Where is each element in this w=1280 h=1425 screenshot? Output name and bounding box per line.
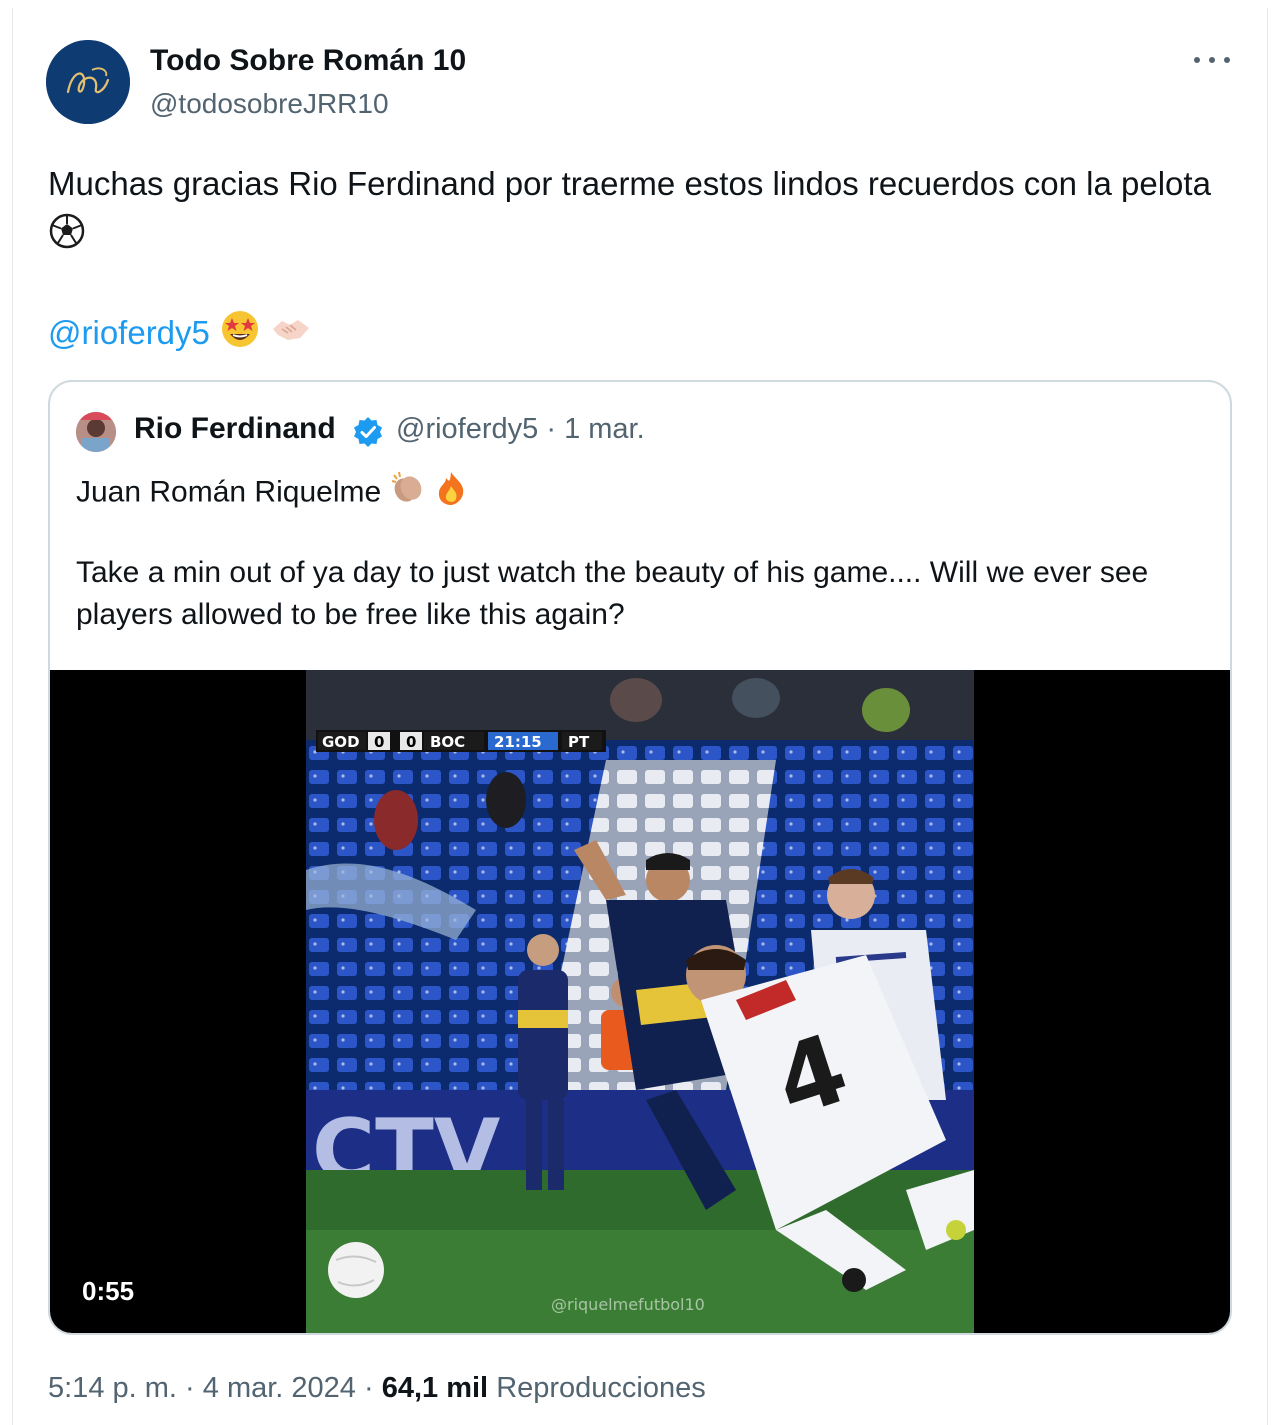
match-period: PT <box>568 733 590 751</box>
author-avatar[interactable] <box>46 40 130 124</box>
meta-separator: · <box>546 413 557 445</box>
quoted-text-line1: Juan Román Riquelme <box>76 470 468 517</box>
score-away: 0 <box>406 733 416 751</box>
score-away-team: BOC <box>430 733 465 751</box>
author-name[interactable]: Todo Sobre Román 10 <box>150 44 466 78</box>
video-duration: 0:55 <box>72 1272 145 1311</box>
match-clock: 21:15 <box>494 733 542 751</box>
quoted-text-body: Take a min out of ya day to just watch t… <box>76 556 1149 631</box>
tweet-body: Muchas gracias Rio Ferdinand por traerme… <box>48 165 1211 202</box>
quoted-author-handle[interactable]: @rioferdy5 <box>396 413 538 445</box>
quoted-author-name[interactable]: Rio Ferdinand <box>134 412 336 446</box>
tweet-meta: 5:14 p. m. · 4 mar. 2024 · 64,1 mil Repr… <box>48 1372 706 1405</box>
more-icon[interactable] <box>1194 48 1230 72</box>
quoted-tweet[interactable]: Rio Ferdinand @rioferdy5 · 1 mar. Juan R… <box>48 380 1232 1335</box>
video-player[interactable]: CTV GOD 0 0 BOC 21:15 PT 4 @riquelmefutb… <box>50 670 1230 1333</box>
meta-separator: · <box>185 1372 195 1404</box>
quoted-author-avatar[interactable] <box>76 412 116 452</box>
fire-emoji <box>434 470 468 517</box>
author-handle[interactable]: @todosobreJRR10 <box>150 88 389 120</box>
score-home-team: GOD <box>322 733 360 751</box>
tweet-text: Muchas gracias Rio Ferdinand por traerme… <box>48 158 1248 265</box>
views-label: Reproducciones <box>496 1372 706 1404</box>
video-thumbnail: CTV GOD 0 0 BOC 21:15 PT 4 @riquelmefutb… <box>306 670 974 1333</box>
mention-handle[interactable]: @rioferdy5 <box>48 314 210 351</box>
mention-link[interactable]: @rioferdy5 <box>48 308 312 363</box>
views-count: 64,1 mil <box>381 1372 489 1404</box>
meta-separator: · <box>363 1372 374 1404</box>
quoted-date[interactable]: 1 mar. <box>564 413 645 445</box>
video-frame[interactable]: CTV GOD 0 0 BOC 21:15 PT 4 @riquelmefutb… <box>306 670 974 1333</box>
clapping-hands-emoji <box>390 470 426 517</box>
quoted-text-name: Juan Román Riquelme <box>76 475 382 509</box>
tweet-date[interactable]: 4 mar. 2024 <box>203 1372 356 1404</box>
handshake-emoji <box>270 311 312 360</box>
verified-badge-icon <box>354 417 382 447</box>
star-struck-emoji <box>219 308 261 363</box>
tweet-time[interactable]: 5:14 p. m. <box>48 1372 177 1404</box>
quoted-author-meta: @rioferdy5 · 1 mar. <box>396 413 645 446</box>
soccer-ball-emoji <box>48 212 86 265</box>
score-home: 0 <box>374 733 384 751</box>
video-watermark: @riquelmefutbol10 <box>551 1295 705 1314</box>
